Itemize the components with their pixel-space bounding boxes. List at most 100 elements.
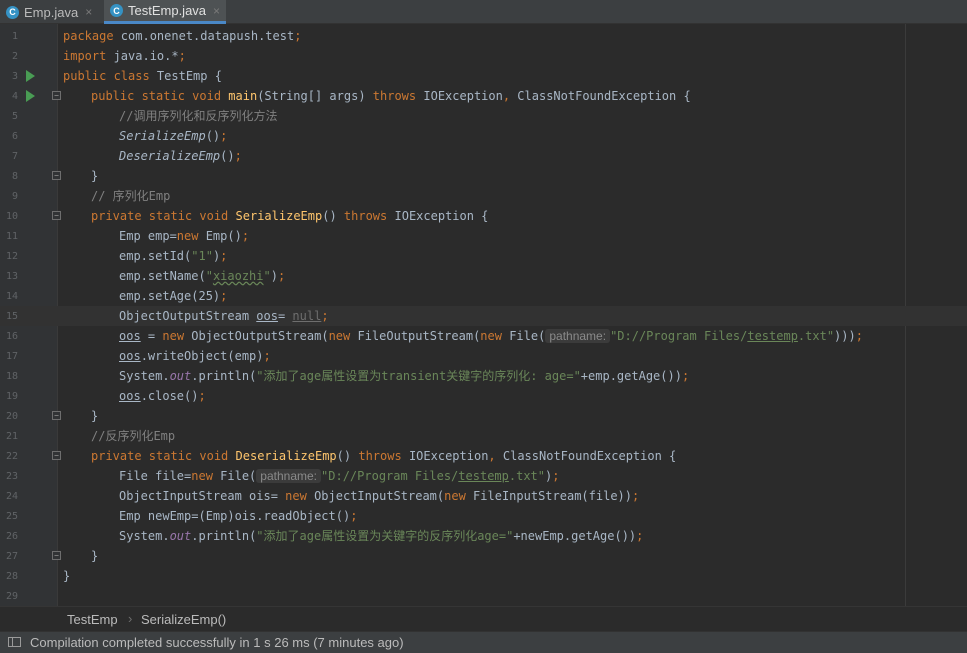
chevron-right-icon: ›	[128, 611, 133, 626]
java-class-icon: C	[110, 4, 123, 17]
code-line[interactable]: 4 − public static void main(String[] arg…	[0, 86, 967, 106]
line-number: 3	[11, 71, 18, 82]
code-line[interactable]: 21 //反序列化Emp	[0, 426, 967, 446]
line-number: 8	[11, 171, 18, 182]
code-text[interactable]: oos.writeObject(emp);	[119, 349, 271, 363]
code-comment[interactable]: //反序列化Emp	[91, 429, 175, 443]
code-text[interactable]: System.out.println("添加了age属性设置为transient…	[119, 369, 689, 383]
line-number: 12	[5, 251, 18, 262]
code-text[interactable]: package com.onenet.datapush.test;	[63, 29, 301, 43]
line-number: 29	[5, 591, 18, 602]
tab-emp-java[interactable]: C Emp.java ×	[0, 0, 102, 24]
code-text[interactable]: File file=new File(pathname: "D://Program…	[119, 469, 559, 483]
code-text[interactable]: emp.setName("xiaozhi");	[119, 269, 285, 283]
code-text[interactable]: import java.io.*;	[63, 49, 186, 63]
code-line[interactable]: 20 − }	[0, 406, 967, 426]
line-number: 26	[5, 531, 18, 542]
code-text[interactable]: oos.close();	[119, 389, 206, 403]
code-text[interactable]: emp.setId("1");	[119, 249, 227, 263]
code-text[interactable]: emp.setAge(25);	[119, 289, 227, 303]
code-line[interactable]: 9 // 序列化Emp	[0, 186, 967, 206]
line-number: 20	[5, 411, 18, 422]
line-number: 19	[5, 391, 18, 402]
code-line[interactable]: 28 }	[0, 566, 967, 586]
breadcrumb-item-method[interactable]: SerializeEmp()	[141, 612, 226, 627]
code-line[interactable]: 29	[0, 586, 967, 606]
line-number: 7	[11, 151, 18, 162]
code-text[interactable]: public class TestEmp {	[63, 69, 222, 83]
line-number: 23	[5, 471, 18, 482]
code-line[interactable]: 18 System.out.println("添加了age属性设置为transi…	[0, 366, 967, 386]
code-line[interactable]: 12 emp.setId("1");	[0, 246, 967, 266]
code-text[interactable]: Emp newEmp=(Emp)ois.readObject();	[119, 509, 357, 523]
code-line[interactable]: 19 oos.close();	[0, 386, 967, 406]
code-line[interactable]: 13 emp.setName("xiaozhi");	[0, 266, 967, 286]
fold-icon[interactable]: −	[52, 211, 61, 220]
code-line[interactable]: 14 emp.setAge(25);	[0, 286, 967, 306]
code-line[interactable]: 11 Emp emp=new Emp();	[0, 226, 967, 246]
code-text[interactable]: DeserializeEmp();	[119, 149, 242, 163]
code-text[interactable]: oos = new ObjectOutputStream(new FileOut…	[119, 329, 863, 343]
line-number: 6	[11, 131, 18, 142]
code-line[interactable]: 26 System.out.println("添加了age属性设置为关键字的反序…	[0, 526, 967, 546]
close-icon[interactable]: ×	[85, 5, 92, 19]
code-line[interactable]: 6 SerializeEmp();	[0, 126, 967, 146]
code-text[interactable]: }	[91, 409, 98, 423]
code-line[interactable]: 17 oos.writeObject(emp);	[0, 346, 967, 366]
breadcrumb-item-class[interactable]: TestEmp	[67, 612, 118, 627]
line-number: 10	[5, 211, 18, 222]
code-line[interactable]: 23 File file=new File(pathname: "D://Prog…	[0, 466, 967, 486]
code-text[interactable]: private static void SerializeEmp() throw…	[91, 209, 488, 223]
fold-icon[interactable]: −	[52, 91, 61, 100]
tab-testemp-java[interactable]: C TestEmp.java ×	[104, 0, 226, 24]
line-number: 2	[11, 51, 18, 62]
line-number: 28	[5, 571, 18, 582]
code-line[interactable]: 10 − private static void SerializeEmp() …	[0, 206, 967, 226]
code-line[interactable]: 2 import java.io.*;	[0, 46, 967, 66]
run-icon[interactable]	[26, 70, 35, 82]
line-number: 13	[5, 271, 18, 282]
line-number: 16	[5, 331, 18, 342]
code-line[interactable]: 1 package com.onenet.datapush.test;	[0, 26, 967, 46]
code-line[interactable]: 27 − }	[0, 546, 967, 566]
line-number: 9	[11, 191, 18, 202]
code-line[interactable]: 3 public class TestEmp {	[0, 66, 967, 86]
fold-icon[interactable]: −	[52, 551, 61, 560]
code-comment[interactable]: //调用序列化和反序列化方法	[119, 109, 277, 123]
code-line[interactable]: 25 Emp newEmp=(Emp)ois.readObject();	[0, 506, 967, 526]
code-line[interactable]: 22 − private static void DeserializeEmp(…	[0, 446, 967, 466]
run-icon[interactable]	[26, 90, 35, 102]
code-line[interactable]: 24 ObjectInputStream ois= new ObjectInpu…	[0, 486, 967, 506]
code-text[interactable]: private static void DeserializeEmp() thr…	[91, 449, 676, 463]
line-number: 21	[5, 431, 18, 442]
code-text[interactable]: ObjectOutputStream oos= null;	[119, 309, 329, 323]
line-number: 17	[5, 351, 18, 362]
fold-icon[interactable]: −	[52, 171, 61, 180]
panel-toggle-icon[interactable]	[8, 637, 21, 647]
code-text[interactable]: SerializeEmp();	[119, 129, 227, 143]
fold-icon[interactable]: −	[52, 451, 61, 460]
java-class-icon: C	[6, 5, 19, 19]
code-text[interactable]: System.out.println("添加了age属性设置为关键字的反序列化a…	[119, 529, 643, 543]
code-text[interactable]: public static void main(String[] args) t…	[91, 89, 691, 103]
code-text[interactable]: }	[91, 549, 98, 563]
code-line[interactable]: 5 //调用序列化和反序列化方法	[0, 106, 967, 126]
code-text[interactable]: }	[63, 569, 70, 583]
code-comment[interactable]: // 序列化Emp	[91, 189, 170, 203]
line-number: 11	[5, 231, 18, 242]
code-editor[interactable]: 1 package com.onenet.datapush.test; 2 im…	[0, 24, 967, 606]
code-line[interactable]: 8 − }	[0, 166, 967, 186]
status-message[interactable]: Compilation completed successfully in 1 …	[30, 635, 404, 650]
fold-icon[interactable]: −	[52, 411, 61, 420]
tab-label: TestEmp.java	[128, 3, 207, 18]
line-number: 22	[5, 451, 18, 462]
code-text[interactable]: Emp emp=new Emp();	[119, 229, 249, 243]
code-text[interactable]: ObjectInputStream ois= new ObjectInputSt…	[119, 489, 639, 503]
code-text[interactable]: }	[91, 169, 98, 183]
code-line[interactable]: 7 DeserializeEmp();	[0, 146, 967, 166]
code-line-current[interactable]: 15 ObjectOutputStream oos= null;	[0, 306, 967, 326]
line-number: 24	[5, 491, 18, 502]
code-line[interactable]: 16 oos = new ObjectOutputStream(new File…	[0, 326, 967, 346]
close-icon[interactable]: ×	[213, 4, 220, 18]
line-number: 27	[5, 551, 18, 562]
